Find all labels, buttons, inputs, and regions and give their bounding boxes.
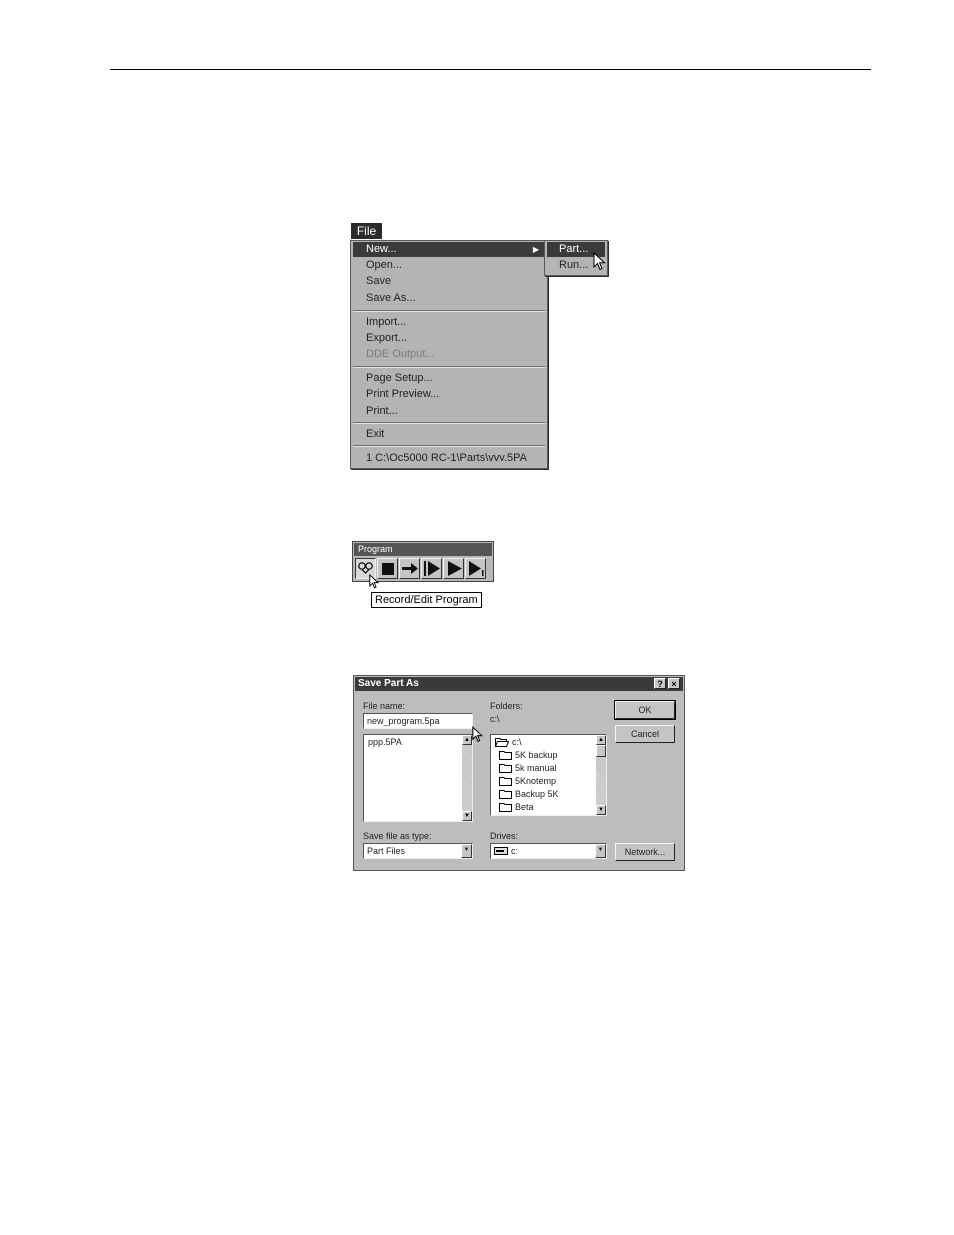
menu-item-recent-file[interactable]: 1 C:\Oc5000 RC-1\Parts\vvv.5PA: [353, 451, 545, 466]
folder-icon: [499, 790, 512, 799]
mouse-pointer-icon: [369, 574, 380, 589]
run-icon: [448, 561, 462, 576]
open-folder-icon: [494, 738, 510, 747]
network-button[interactable]: Network...: [615, 843, 675, 861]
toolbar-tooltip: Record/Edit Program: [371, 592, 482, 608]
menu-item-exit[interactable]: Exit: [353, 427, 545, 442]
folder-label: c:\: [512, 737, 522, 747]
menu-item-page-setup[interactable]: Page Setup...: [353, 371, 545, 386]
run-single-button[interactable]: [465, 558, 486, 579]
chevron-down-icon[interactable]: ▼: [595, 844, 606, 858]
menu-item-print-preview[interactable]: Print Preview...: [353, 387, 545, 402]
drive-icon: [494, 847, 508, 855]
file-menu-title[interactable]: File: [351, 223, 382, 239]
step-arrow-icon: [402, 563, 418, 574]
save-type-label: Save file as type:: [363, 831, 432, 841]
menu-separator: [353, 445, 545, 447]
file-list-scrollbar[interactable]: ▲ ▼: [462, 735, 472, 821]
file-menu-title-label: File: [356, 224, 377, 238]
help-button[interactable]: ?: [654, 678, 666, 689]
cancel-button[interactable]: Cancel: [615, 725, 675, 743]
list-item[interactable]: ppp.5PA: [368, 736, 402, 748]
folder-list-scrollbar[interactable]: ▲ ▼: [596, 735, 606, 815]
stop-button[interactable]: [377, 558, 398, 579]
file-name-input[interactable]: new_program.5pa: [363, 713, 473, 729]
close-button[interactable]: ×: [668, 678, 680, 689]
chevron-down-icon[interactable]: ▼: [461, 844, 472, 858]
dialog-title-bar: Save Part As: [355, 677, 683, 691]
scroll-thumb[interactable]: [596, 745, 606, 757]
folder-item[interactable]: 5Knotemp: [499, 775, 556, 788]
folder-icon: [499, 803, 512, 812]
save-type-value: Part Files: [367, 846, 406, 856]
menu-separator: [353, 310, 545, 312]
folder-list[interactable]: c:\ 5K backup 5k manual 5Knotemp Backup …: [490, 734, 607, 816]
menu-item-open[interactable]: Open...: [353, 258, 545, 273]
drives-label: Drives:: [490, 831, 519, 841]
menu-item-import[interactable]: Import...: [353, 315, 545, 330]
step-button[interactable]: [399, 558, 420, 579]
submenu-arrow-icon: ▶: [532, 245, 539, 254]
menu-item-save[interactable]: Save: [353, 274, 545, 289]
folder-item[interactable]: 5k manual: [499, 762, 557, 775]
folder-label: Backup 5K: [515, 789, 559, 799]
scroll-down-icon[interactable]: ▼: [596, 805, 606, 815]
folder-icon: [499, 764, 512, 773]
folder-item[interactable]: Backup 5K: [499, 788, 559, 801]
current-path: c:\: [490, 714, 500, 724]
run-from-line-button[interactable]: [421, 558, 442, 579]
file-menu-dropdown: New... ▶ Open... Save Save As... Import..…: [350, 240, 548, 469]
run-button[interactable]: [443, 558, 464, 579]
scroll-down-icon[interactable]: ▼: [462, 811, 472, 821]
folder-label: 5k manual: [515, 763, 557, 773]
folder-item[interactable]: Beta: [499, 801, 534, 814]
menu-item-dde-output: DDE Output...: [366, 348, 435, 360]
menu-separator: [353, 366, 545, 368]
scroll-up-icon[interactable]: ▲: [462, 735, 472, 745]
menu-separator: [353, 422, 545, 424]
menu-item-new-label: New...: [366, 243, 397, 255]
file-list[interactable]: ppp.5PA ▲ ▼: [363, 734, 473, 822]
mouse-pointer-icon: [593, 252, 606, 271]
menu-item-new[interactable]: New... ▶: [353, 242, 545, 257]
ok-button[interactable]: OK: [614, 700, 676, 720]
stop-icon: [382, 563, 394, 575]
file-name-value: new_program.5pa: [367, 716, 440, 726]
drive-value: c:: [511, 846, 519, 856]
drives-select[interactable]: c: ▼: [490, 843, 607, 859]
page-top-rule: [110, 69, 871, 70]
menu-item-export[interactable]: Export...: [353, 331, 545, 346]
dialog-title: Save Part As: [358, 678, 419, 689]
folder-label: 5K backup: [515, 750, 558, 760]
folder-label: Beta: [515, 802, 534, 812]
folder-label: 5Knotemp: [515, 776, 557, 786]
scroll-up-icon[interactable]: ▲: [596, 735, 606, 745]
save-type-select[interactable]: Part Files ▼: [363, 843, 473, 859]
toolbar-title: Program: [354, 543, 492, 556]
mouse-pointer-icon: [472, 726, 484, 743]
run-from-line-icon: [424, 561, 440, 576]
folder-item-root[interactable]: c:\: [494, 736, 522, 749]
save-part-as-dialog: Save Part As ? × File name: new_program.…: [353, 675, 685, 871]
menu-item-save-as[interactable]: Save As...: [353, 291, 545, 306]
folder-item[interactable]: 5K backup: [499, 749, 558, 762]
folder-icon: [499, 777, 512, 786]
menu-item-print[interactable]: Print...: [353, 404, 545, 419]
folders-label: Folders:: [490, 701, 523, 711]
file-name-label: File name:: [363, 701, 406, 711]
run-single-icon: [469, 561, 484, 576]
folder-icon: [499, 751, 512, 760]
